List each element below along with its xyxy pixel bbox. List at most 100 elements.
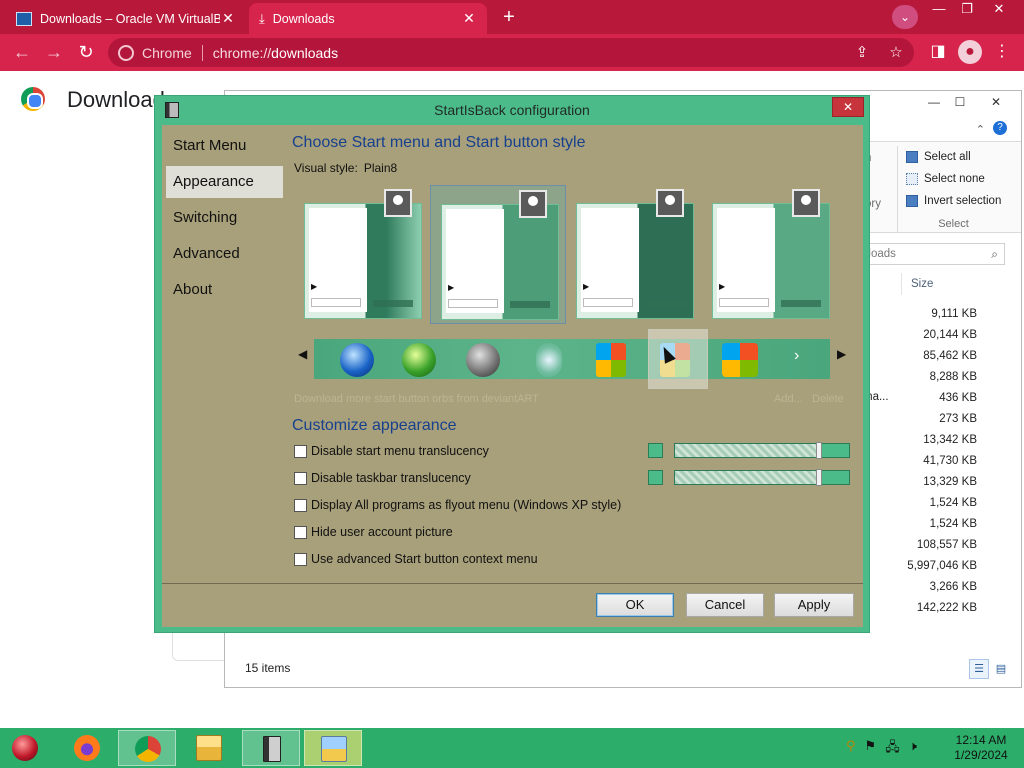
delete-orb-button[interactable]: Delete [812, 393, 844, 405]
explorer-close-button[interactable]: ✕ [983, 93, 1009, 111]
tab-close-icon[interactable]: ✕ [461, 10, 477, 27]
folder-icon [196, 735, 222, 761]
checkbox[interactable] [294, 471, 307, 485]
nav-start-menu[interactable]: Start Menu [166, 130, 283, 162]
checkbox[interactable] [294, 525, 307, 539]
invert-selection-button[interactable]: Invert selection [906, 190, 1009, 212]
orbs-scroll-right-icon[interactable]: ▶ [837, 347, 846, 361]
preview-search-box [719, 298, 769, 307]
preview-search-box [311, 298, 361, 307]
style-preview: ▶ [712, 203, 830, 319]
dialog-nav: Start Menu Appearance Switching Advanced… [162, 125, 290, 583]
explorer-minimize-button[interactable]: — [921, 93, 947, 111]
option-hide-user-picture[interactable]: Hide user account picture [294, 523, 453, 541]
control-panel-icon [321, 736, 347, 762]
tab-downloads[interactable]: ⤓ Downloads ✕ [249, 3, 487, 34]
size-column-header[interactable]: Size [911, 278, 933, 290]
side-panel-icon[interactable]: ◨ [926, 40, 950, 64]
chrome-tab-strip: Downloads – Oracle VM VirtualB ✕ ⤓ Downl… [0, 0, 1024, 34]
virtualbox-favicon-icon [16, 11, 32, 26]
file-size-cell: 5,997,046 KB [907, 560, 977, 572]
start-orb-button[interactable] [0, 730, 58, 766]
nav-about[interactable]: About [166, 274, 283, 306]
slider-thumb[interactable] [816, 442, 823, 459]
style-thumbnail-3[interactable]: ▶ [566, 185, 702, 324]
orb-dark-windows-icon[interactable] [466, 343, 500, 377]
style-thumbnail-2[interactable]: ▶ [430, 185, 566, 324]
option-all-programs-flyout[interactable]: Display All programs as flyout menu (Win… [294, 496, 621, 514]
ribbon-expand-chevron-icon[interactable]: ⌃ [976, 123, 985, 136]
omnibox[interactable]: Chrome chrome://downloads ⇪ ☆ [108, 38, 914, 67]
bookmark-star-icon[interactable]: ☆ [884, 38, 908, 67]
apply-button[interactable]: Apply [774, 593, 854, 617]
dialog-close-button[interactable]: ✕ [832, 97, 864, 117]
taskbar-clock[interactable]: 12:14 AM 1/29/2024 [946, 733, 1016, 763]
file-size-cell: 3,266 KB [929, 581, 977, 593]
chrome-toolbar: ← → ↻ Chrome chrome://downloads ⇪ ☆ ◨ ● … [0, 34, 1024, 71]
search-tray-icon[interactable]: ⚲ [846, 738, 856, 760]
style-thumbnail-4[interactable]: ▶ [702, 185, 838, 324]
checkbox[interactable] [294, 552, 307, 566]
taskbar-firefox[interactable] [58, 730, 116, 766]
nav-appearance[interactable]: Appearance [166, 166, 283, 198]
orb-flag-large-icon[interactable] [722, 343, 758, 377]
orbs-scroll-left-icon[interactable]: ◀ [298, 347, 307, 361]
share-icon[interactable]: ⇪ [850, 38, 874, 67]
taskbar-file-explorer[interactable] [180, 730, 238, 766]
nav-switching[interactable]: Switching [166, 202, 283, 234]
style-thumbnail-1[interactable]: ▶ [294, 185, 430, 324]
download-more-orbs-link[interactable]: Download more start button orbs from dev… [294, 393, 539, 405]
taskbar-color-swatch[interactable] [648, 470, 663, 485]
action-center-flag-icon[interactable]: ⚑ [865, 738, 877, 760]
explorer-maximize-button[interactable]: ☐ [947, 93, 973, 111]
visual-style-label: Visual style: Plain8 [294, 161, 397, 175]
checkbox[interactable] [294, 498, 307, 512]
checkbox[interactable] [294, 444, 307, 458]
forward-arrow-icon[interactable]: → [42, 41, 66, 65]
slider-thumb[interactable] [816, 469, 823, 486]
tab-close-icon[interactable]: ✕ [220, 10, 236, 27]
taskbar-translucency-slider[interactable] [674, 469, 850, 486]
volume-muted-icon[interactable]: 🕨 [909, 738, 917, 760]
orbs-next-chevron-icon[interactable]: › [794, 347, 799, 365]
profile-avatar-icon[interactable]: ● [958, 40, 982, 64]
option-disable-taskbar-translucency[interactable]: Disable taskbar translucency [294, 469, 471, 487]
taskbar-control-panel[interactable] [304, 730, 362, 766]
option-disable-start-menu-translucency[interactable]: Disable start menu translucency [294, 442, 489, 460]
cancel-button[interactable]: Cancel [686, 593, 764, 617]
close-window-button[interactable]: ✕ [984, 0, 1014, 18]
option-label: Hide user account picture [311, 525, 453, 539]
details-view-icon[interactable]: ☰ [969, 659, 989, 679]
maximize-button[interactable]: ❐ [952, 0, 982, 18]
minimize-button[interactable]: — [924, 0, 954, 18]
orb-flag-small-icon[interactable] [596, 343, 626, 377]
add-orb-button[interactable]: Add... [774, 393, 803, 405]
large-icons-view-icon[interactable]: ▤ [991, 659, 1011, 679]
orb-blue-windows-icon[interactable] [340, 343, 374, 377]
option-advanced-context-menu[interactable]: Use advanced Start button context menu [294, 550, 538, 568]
select-all-button[interactable]: Select all [906, 146, 1009, 168]
dialog-title: StartIsBack configuration [434, 102, 590, 118]
explorer-search-input[interactable]: nloads ⌕ [855, 243, 1005, 265]
preview-shutdown-bar [781, 300, 821, 307]
orb-glass-icon[interactable] [536, 343, 562, 377]
omnibox-url: chrome://downloads [212, 44, 339, 61]
tab-virtualbox-downloads[interactable]: Downloads – Oracle VM VirtualB ✕ [6, 3, 246, 34]
option-label: Use advanced Start button context menu [311, 552, 538, 566]
start-menu-color-swatch[interactable] [648, 443, 663, 458]
start-menu-translucency-slider[interactable] [674, 442, 850, 459]
select-none-button[interactable]: Select none [906, 168, 1009, 190]
kebab-menu-icon[interactable]: ⋮ [990, 40, 1014, 64]
tab-search-chevron-icon[interactable]: ⌄ [892, 5, 918, 29]
nav-advanced[interactable]: Advanced [166, 238, 283, 270]
new-tab-button[interactable]: + [497, 7, 521, 29]
taskbar-startisback[interactable] [242, 730, 300, 766]
orb-green-windows-icon[interactable] [402, 343, 436, 377]
back-arrow-icon[interactable]: ← [10, 41, 34, 65]
taskbar-chrome[interactable] [118, 730, 176, 766]
reload-icon[interactable]: ↻ [74, 41, 98, 65]
search-icon[interactable]: ⌕ [991, 244, 998, 264]
network-icon[interactable]: 🖧 [885, 738, 900, 760]
ok-button[interactable]: OK [596, 593, 674, 617]
help-icon[interactable]: ? [993, 121, 1007, 135]
